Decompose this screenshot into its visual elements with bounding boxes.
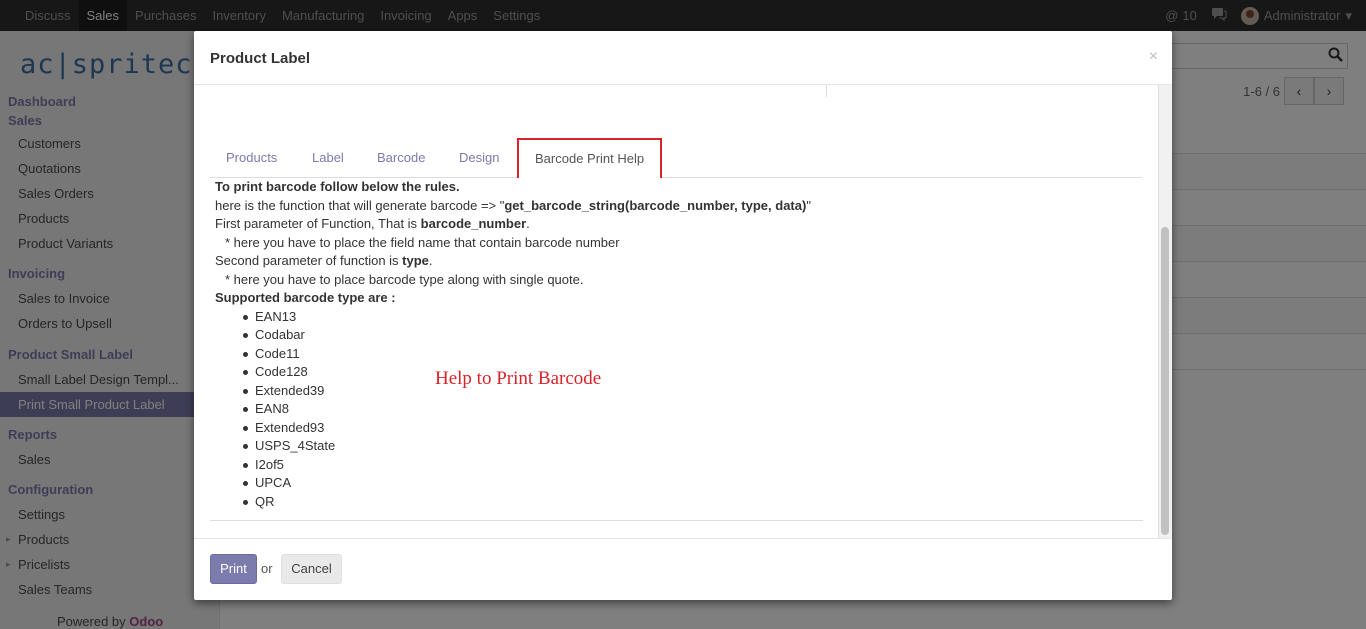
list-item: EAN13 [243, 308, 1115, 327]
help-annotation: Help to Print Barcode [435, 368, 602, 389]
dialog-header: Product Label × [194, 31, 1172, 85]
barcode-help-content: To print barcode follow below the rules.… [215, 178, 1115, 511]
list-item: Code11 [243, 345, 1115, 364]
product-label-dialog: Product Label × Products Label Barcode D… [194, 31, 1172, 600]
print-button[interactable]: Print [210, 554, 257, 584]
list-item: Code128 [243, 363, 1115, 382]
help-text: Second parameter of function is [215, 253, 403, 268]
list-item: QR [243, 493, 1115, 512]
list-item: UPCA [243, 474, 1115, 493]
or-text: or [261, 561, 273, 576]
tab-barcode-print-help[interactable]: Barcode Print Help [517, 138, 663, 178]
tab-label[interactable]: Label [296, 138, 360, 178]
help-param2-note: * here you have to place barcode type al… [225, 271, 584, 287]
supported-types-heading: Supported barcode type are : [215, 289, 1115, 308]
scrollbar-thumb[interactable] [1161, 227, 1169, 535]
list-item: USPS_4State [243, 437, 1115, 456]
list-item: Extended39 [243, 382, 1115, 401]
param-name: barcode_number [420, 216, 527, 231]
help-heading-text: To print barcode follow below the rules. [215, 179, 460, 194]
tab-design[interactable]: Design [443, 138, 515, 178]
help-text: " [806, 197, 811, 213]
list-item: EAN8 [243, 400, 1115, 419]
help-text: . [428, 253, 433, 268]
help-text: First parameter of Function, That is [215, 216, 421, 231]
help-param2-line: Second parameter of function is type. [215, 252, 1115, 271]
divider [210, 520, 1143, 521]
tab-products[interactable]: Products [210, 138, 293, 178]
help-text: here is the function that will generate … [215, 197, 505, 213]
supported-heading-text: Supported barcode type are : [215, 290, 396, 305]
tab-barcode[interactable]: Barcode [361, 138, 441, 178]
function-name: get_barcode_string(barcode_number, type,… [504, 197, 807, 213]
help-function-line: here is the function that will generate … [215, 197, 1115, 216]
tab-bar: Products Label Barcode Design Barcode Pr… [210, 138, 1142, 178]
help-param1-line: First parameter of Function, That is bar… [215, 215, 1115, 234]
divider [826, 85, 827, 97]
list-item: Codabar [243, 326, 1115, 345]
barcode-type-list: EAN13 Codabar Code11 Code128 Extended39 … [215, 308, 1115, 512]
help-param1-note: * here you have to place the field name … [225, 234, 620, 250]
list-item: Extended93 [243, 419, 1115, 438]
dialog-footer: Print or Cancel [194, 538, 1172, 600]
help-text: . [526, 216, 530, 231]
close-icon[interactable]: × [1149, 48, 1158, 66]
list-item: I2of5 [243, 456, 1115, 475]
dialog-body: Products Label Barcode Design Barcode Pr… [194, 85, 1172, 538]
param-name: type [402, 253, 429, 268]
dialog-title: Product Label [210, 50, 311, 67]
cancel-button[interactable]: Cancel [281, 554, 342, 584]
help-heading: To print barcode follow below the rules. [215, 178, 1115, 197]
